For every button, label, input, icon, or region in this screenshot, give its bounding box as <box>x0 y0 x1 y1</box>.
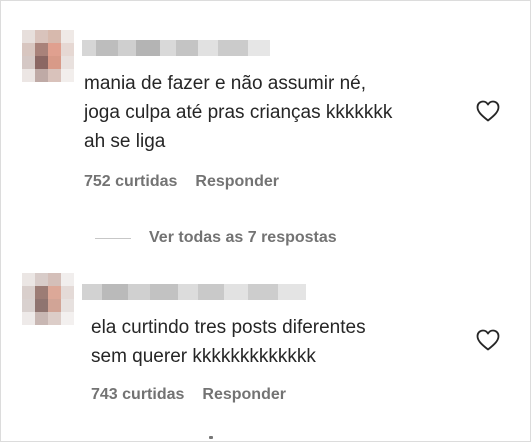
avatar[interactable] <box>22 273 74 325</box>
avatar[interactable] <box>22 30 74 82</box>
comment-meta: 752 curtidas Responder <box>84 173 279 191</box>
like-count[interactable]: 752 curtidas <box>84 173 177 191</box>
reply-button[interactable]: Responder <box>202 386 286 404</box>
comment-text: mania de fazer e não assumir né, joga cu… <box>84 73 393 152</box>
comment-meta: 743 curtidas Responder <box>91 386 286 404</box>
divider-dot <box>209 436 213 439</box>
heart-icon[interactable] <box>475 328 501 352</box>
like-count[interactable]: 743 curtidas <box>91 386 184 404</box>
view-replies[interactable]: Ver todas as 7 respostas <box>95 229 337 247</box>
reply-button[interactable]: Responder <box>195 173 279 191</box>
comments-panel <box>0 0 531 442</box>
view-replies-label[interactable]: Ver todas as 7 respostas <box>149 229 337 247</box>
heart-icon[interactable] <box>475 99 501 123</box>
comment-text: ela curtindo tres posts diferentes sem q… <box>91 317 366 367</box>
username[interactable] <box>82 40 270 56</box>
username[interactable] <box>82 284 306 300</box>
divider-line <box>95 237 131 239</box>
